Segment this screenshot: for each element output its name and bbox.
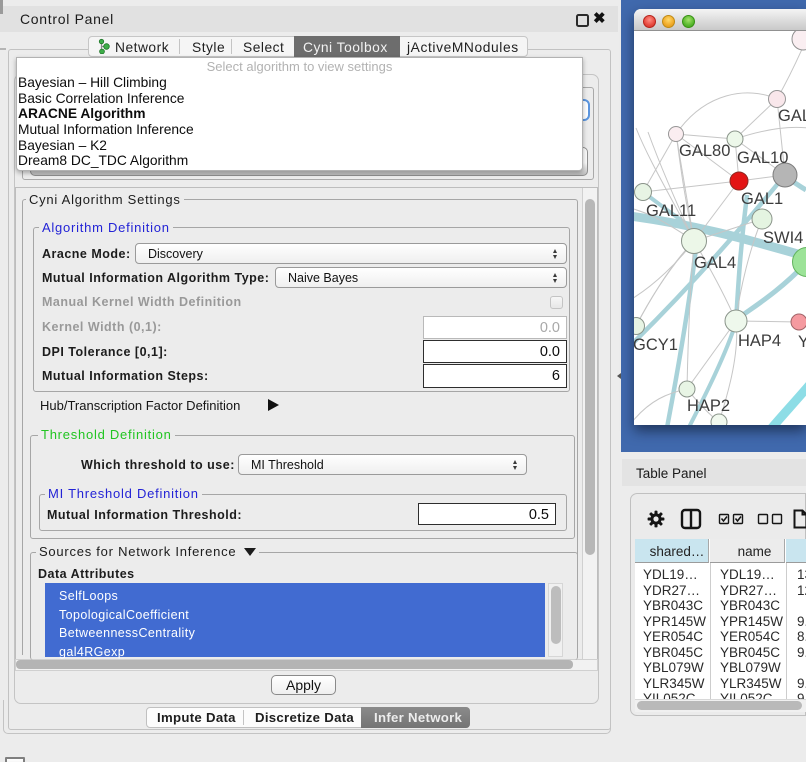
svg-text:GAL: GAL xyxy=(778,107,806,125)
svg-text:GCY1: GCY1 xyxy=(634,336,678,354)
svg-text:GAL1: GAL1 xyxy=(741,190,783,208)
svg-text:GAL80: GAL80 xyxy=(679,142,730,160)
svg-text:GAL10: GAL10 xyxy=(737,149,788,167)
svg-text:HAP4: HAP4 xyxy=(738,332,781,350)
svg-text:GAL11: GAL11 xyxy=(646,202,696,220)
svg-text:Y: Y xyxy=(798,333,806,351)
svg-text:HAP2: HAP2 xyxy=(687,397,730,415)
svg-text:GAL4: GAL4 xyxy=(694,254,736,272)
svg-text:SWI4: SWI4 xyxy=(763,229,803,247)
